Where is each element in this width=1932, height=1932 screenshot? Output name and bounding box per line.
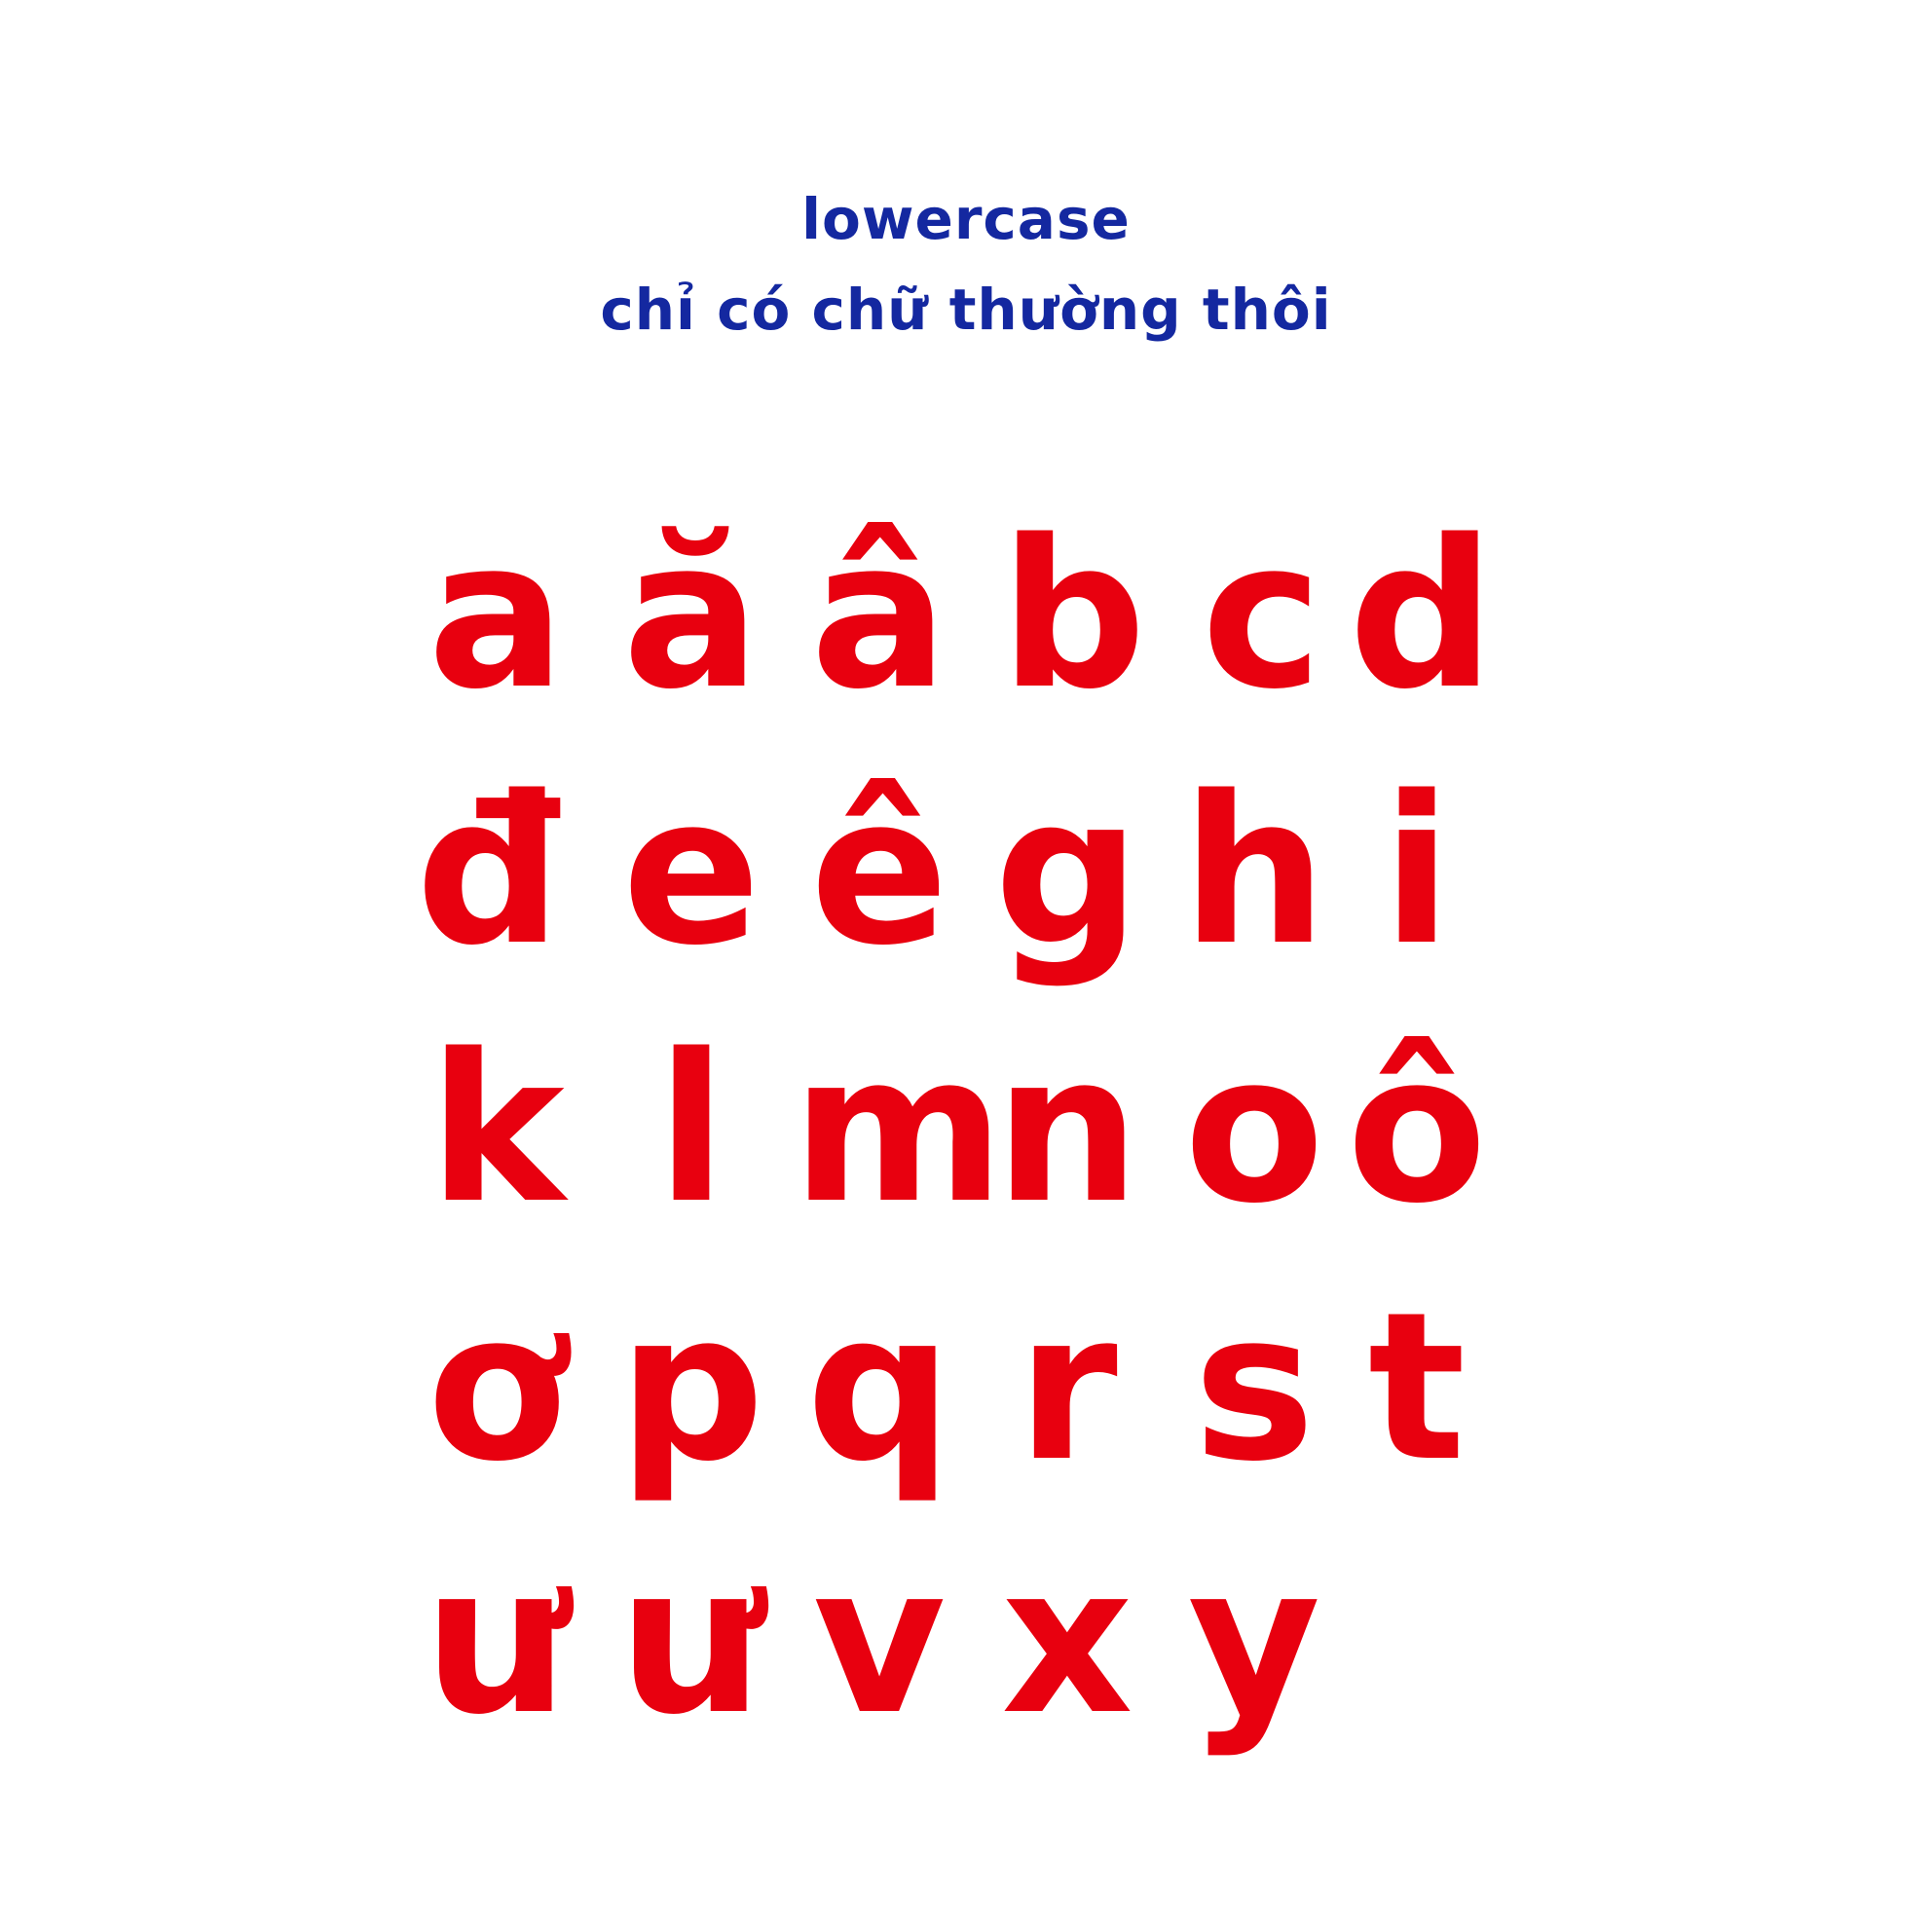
letter-t: t	[1367, 1268, 1467, 1506]
page-title: lowercase	[801, 186, 1131, 252]
letter-m: m	[792, 1010, 1005, 1248]
letter-e: e	[621, 752, 762, 990]
letter-c: c	[1201, 496, 1323, 734]
letter-v: v	[812, 1521, 947, 1760]
letter-l: l	[656, 1010, 726, 1248]
letter-i: i	[1382, 752, 1452, 990]
letter-u-horn-2: ư	[618, 1521, 764, 1760]
letter-q: q	[805, 1268, 953, 1506]
page-subtitle: chỉ có chữ thường thôi	[600, 277, 1332, 343]
letter-o: o	[1183, 1010, 1325, 1248]
letter-d: d	[1348, 496, 1496, 734]
letter-b: b	[999, 496, 1147, 734]
letter-d-stroke: đ	[415, 752, 563, 990]
letter-s: s	[1193, 1268, 1316, 1506]
letter-g: g	[993, 752, 1141, 990]
letter-n: n	[994, 1010, 1140, 1248]
letter-h: h	[1181, 752, 1327, 990]
letter-r: r	[1017, 1268, 1118, 1506]
letter-k: k	[428, 1010, 565, 1248]
letter-x: x	[1001, 1521, 1133, 1760]
letter-a: a	[427, 496, 566, 734]
letter-a-breve: ă	[622, 496, 761, 734]
letter-e-circumflex: ê	[809, 752, 949, 990]
letter-y: y	[1187, 1521, 1321, 1760]
letter-p: p	[617, 1268, 765, 1506]
letter-o-circumflex: ô	[1346, 1010, 1488, 1248]
letter-o-horn: ơ	[426, 1268, 568, 1506]
letter-a-circumflex: â	[810, 496, 948, 734]
letter-u-horn: ư	[424, 1521, 570, 1760]
